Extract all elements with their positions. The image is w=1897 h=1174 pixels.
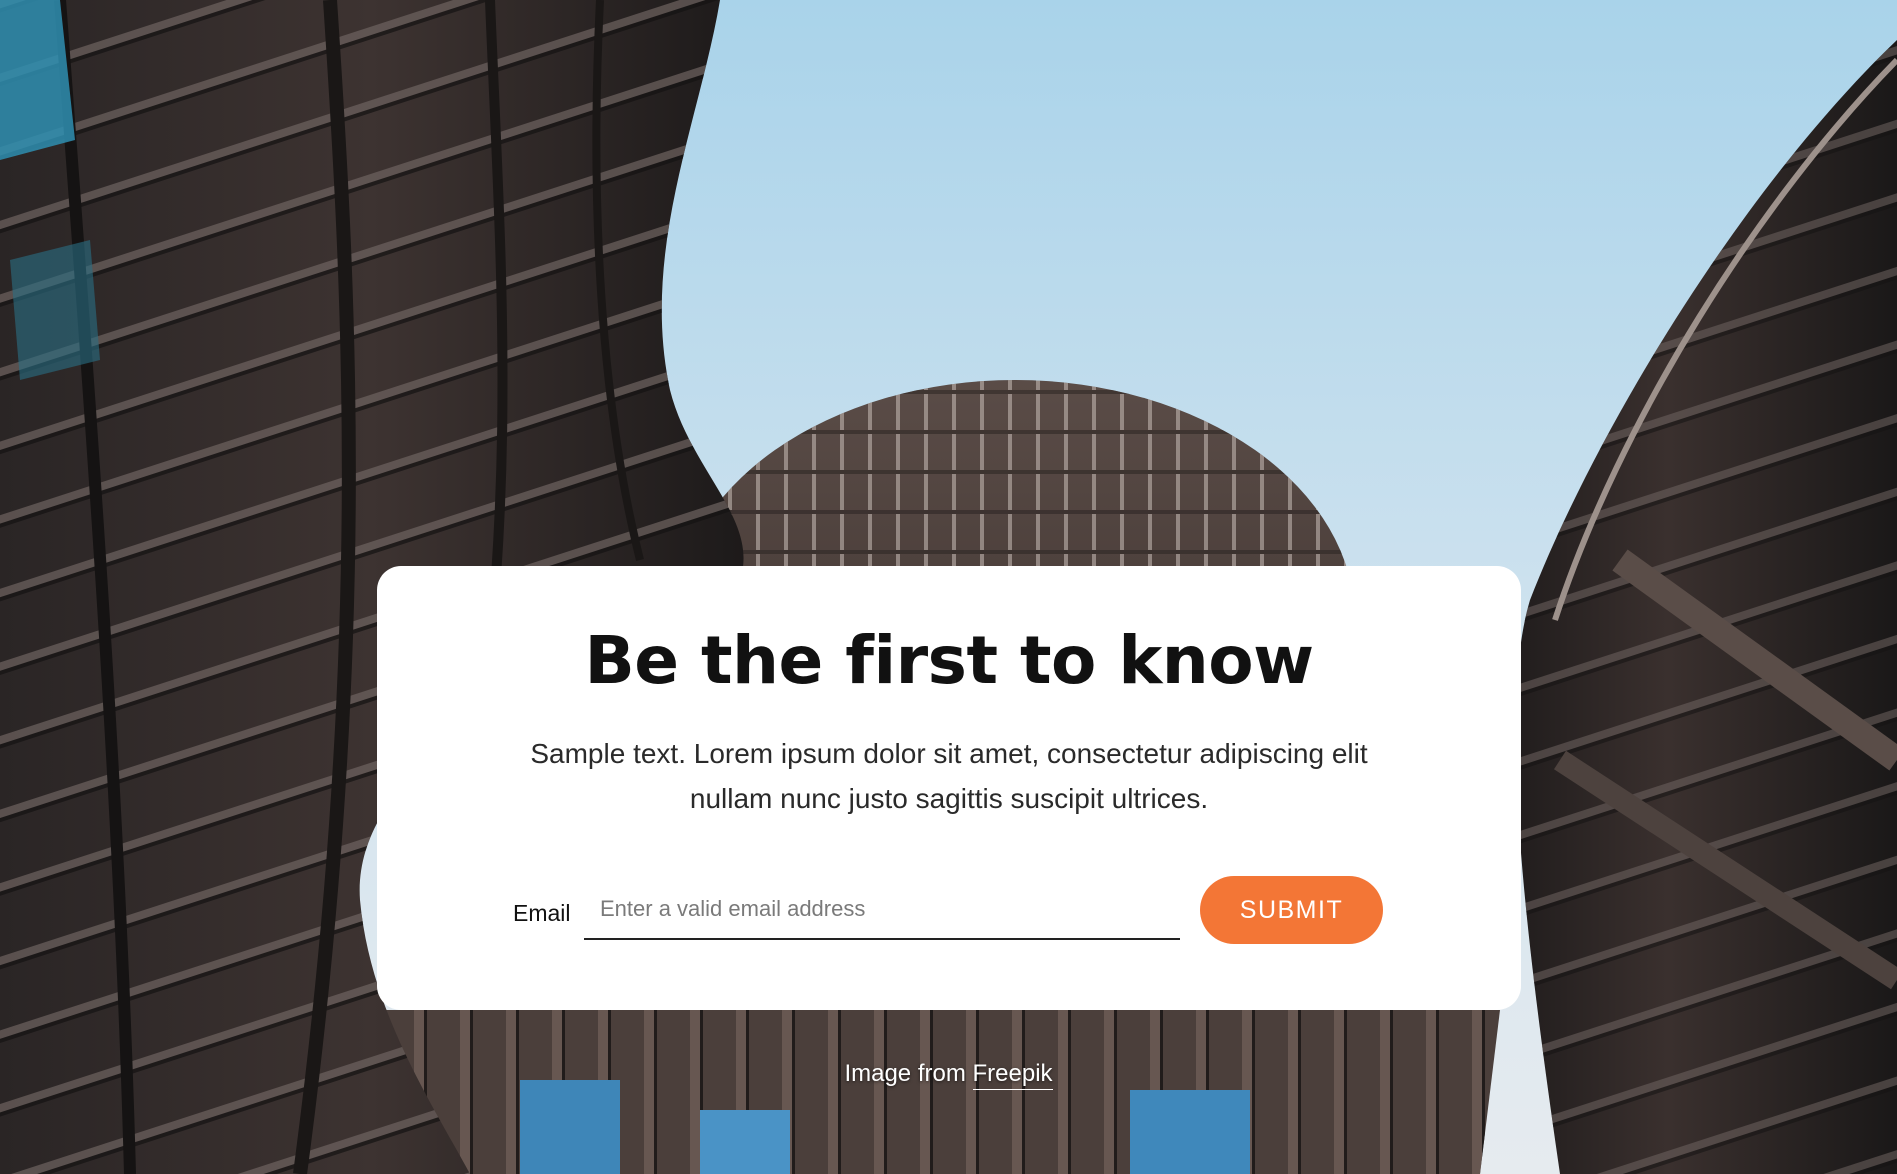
submit-button[interactable]: SUBMIT — [1200, 876, 1383, 944]
freepik-link[interactable]: Freepik — [972, 1060, 1053, 1090]
email-label: Email — [513, 900, 571, 926]
signup-card: Be the first to know Sample text. Lorem … — [377, 566, 1521, 1010]
card-description: Sample text. Lorem ipsum dolor sit amet,… — [530, 738, 1368, 814]
card-title: Be the first to know — [584, 622, 1314, 699]
email-input[interactable] — [584, 880, 1180, 940]
image-credit: Image from Freepik — [0, 1060, 1897, 1090]
credit-prefix: Image from — [844, 1060, 966, 1087]
subscribe-form: Email SUBMIT — [513, 876, 1383, 956]
